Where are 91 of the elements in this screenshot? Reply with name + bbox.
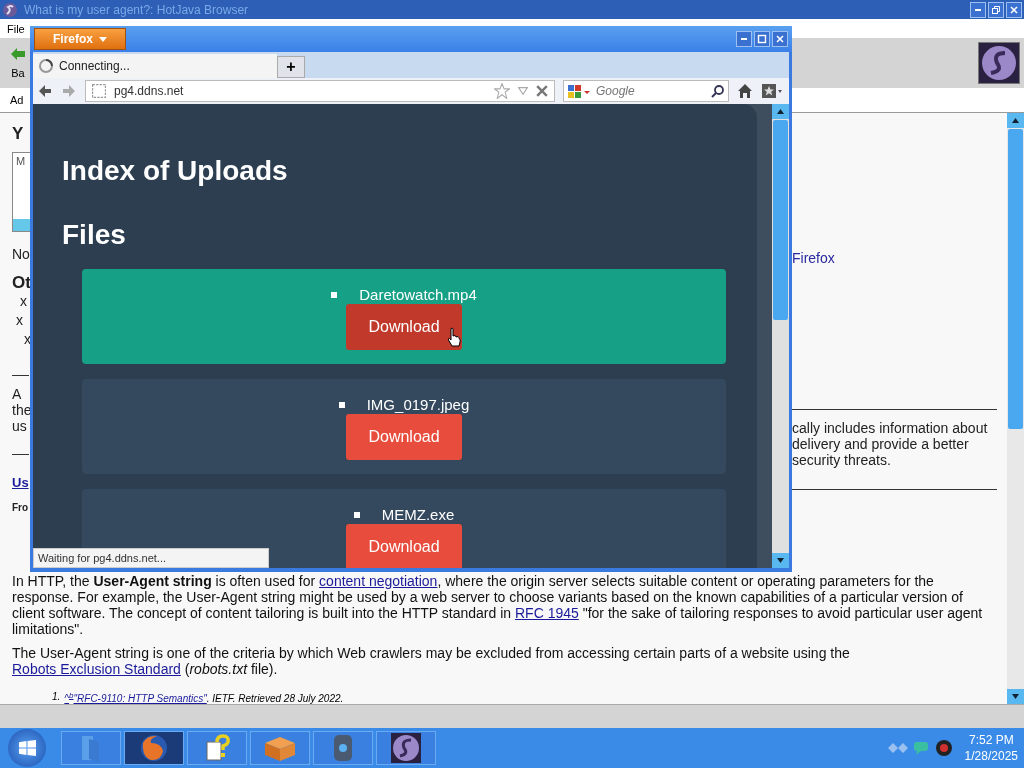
taskbar-app[interactable] bbox=[124, 731, 184, 765]
close-button[interactable] bbox=[1006, 1, 1022, 18]
section-title: Files bbox=[62, 218, 127, 252]
minimize-button[interactable] bbox=[970, 1, 986, 18]
footnote: ^$^{b}$"RFC-9110: HTTP Semantics". IETF. Retrieved 28 July 2022. bbox=[64, 690, 344, 704]
windows-logo-icon bbox=[18, 740, 36, 756]
clock-date: 1/28/2025 bbox=[964, 748, 1018, 764]
start-button[interactable] bbox=[8, 729, 46, 767]
bullet-icon bbox=[338, 401, 345, 408]
text: delivery and provide a better bbox=[792, 436, 970, 452]
globe-icon bbox=[139, 733, 169, 763]
text-area[interactable]: M bbox=[12, 152, 30, 232]
scroll-up-icon[interactable] bbox=[1007, 113, 1024, 128]
maximize-button[interactable] bbox=[754, 31, 770, 47]
paragraph: The User-Agent string is one of the criteria by which Web crawlers may be excluded from accessing certain parts of a website using the Robots Exclusion Standard (robots.txt file). bbox=[12, 644, 851, 677]
restore-icon bbox=[991, 4, 1001, 15]
star-icon[interactable] bbox=[494, 83, 510, 99]
network-icon bbox=[887, 743, 908, 753]
bullet-icon bbox=[353, 511, 360, 518]
text: cally includes information about bbox=[792, 420, 989, 436]
page-icon bbox=[92, 84, 106, 98]
search-engine-icon[interactable] bbox=[568, 84, 590, 98]
bookmarks-icon[interactable] bbox=[761, 83, 783, 99]
link[interactable]: "RFC-9110: HTTP Semantics" bbox=[73, 693, 207, 704]
address-label: Ad bbox=[10, 94, 24, 106]
search-bar[interactable]: Google bbox=[563, 80, 729, 102]
help-document-icon bbox=[204, 734, 230, 762]
address-field[interactable]: pg4.ddns.net bbox=[85, 80, 555, 102]
download-button[interactable]: Download bbox=[346, 524, 462, 568]
bullet-icon bbox=[331, 291, 338, 298]
menu-item[interactable]: File bbox=[7, 22, 25, 35]
file-name: IMG_0197.jpeg bbox=[366, 396, 470, 413]
logo-icon bbox=[2, 1, 18, 18]
restore-button[interactable] bbox=[988, 1, 1004, 18]
list-item: x bbox=[19, 293, 27, 309]
section-link[interactable]: Us bbox=[12, 475, 29, 490]
hand-cursor-icon bbox=[447, 327, 461, 347]
close-icon bbox=[1009, 4, 1019, 15]
file-name: Daretowatch.mp4 bbox=[359, 286, 477, 303]
status-text: Waiting for pg4.ddns.net... bbox=[33, 548, 269, 568]
link[interactable]: RFC 1945 bbox=[515, 604, 579, 621]
back-arrow-icon bbox=[10, 47, 26, 61]
text: security threats. bbox=[792, 452, 892, 468]
text: Fro bbox=[12, 502, 29, 513]
scrollbar[interactable] bbox=[1007, 113, 1024, 704]
scroll-up-icon[interactable] bbox=[772, 104, 789, 119]
link[interactable]: ^ bbox=[64, 693, 70, 704]
back-button[interactable]: Ba bbox=[10, 47, 26, 79]
list-item: x bbox=[23, 331, 31, 347]
back-icon[interactable] bbox=[37, 83, 53, 99]
tab[interactable]: Connecting... bbox=[33, 54, 277, 78]
box-icon bbox=[263, 735, 297, 761]
download-button[interactable]: Download bbox=[346, 304, 462, 350]
scrollbar[interactable] bbox=[772, 104, 789, 568]
maximize-icon bbox=[757, 34, 767, 44]
heading: Y bbox=[12, 124, 24, 144]
logo-icon bbox=[978, 42, 1020, 84]
close-button[interactable] bbox=[772, 31, 788, 47]
text: us bbox=[12, 418, 27, 434]
logo-icon bbox=[391, 733, 421, 763]
page-title: Index of Uploads bbox=[62, 154, 289, 188]
text: the bbox=[12, 402, 29, 418]
stop-icon[interactable] bbox=[536, 85, 548, 97]
text: A bbox=[12, 386, 22, 402]
search-icon[interactable] bbox=[711, 84, 724, 98]
minimize-button[interactable] bbox=[736, 31, 752, 47]
caret-icon bbox=[99, 36, 107, 42]
new-tab-button[interactable]: + bbox=[277, 56, 305, 78]
minimize-icon bbox=[741, 38, 747, 40]
taskbar-app[interactable] bbox=[313, 731, 373, 765]
home-icon[interactable] bbox=[737, 83, 753, 99]
window-title: What is my user agent?: HotJava Browser bbox=[24, 2, 249, 17]
link[interactable]: b bbox=[69, 690, 74, 700]
link[interactable]: Firefox bbox=[792, 250, 835, 266]
loading-spinner-icon bbox=[39, 59, 53, 73]
close-icon bbox=[775, 34, 785, 44]
list-item: x bbox=[15, 312, 23, 328]
footnote-number: 1. bbox=[52, 690, 61, 704]
minimize-icon bbox=[975, 8, 981, 11]
scroll-down-icon[interactable] bbox=[1007, 689, 1024, 704]
text: No bbox=[12, 246, 29, 262]
taskbar-app[interactable] bbox=[187, 731, 247, 765]
speaker-icon bbox=[933, 738, 954, 758]
clock-time: 7:52 PM bbox=[968, 732, 1014, 748]
file-name: MEMZ.exe bbox=[381, 506, 455, 523]
link[interactable]: Robots Exclusion Standard bbox=[12, 660, 181, 677]
taskbar-app[interactable] bbox=[376, 731, 436, 765]
scroll-down-icon[interactable] bbox=[772, 553, 789, 568]
paragraph: In HTTP, the User-Agent string is often used for content negotiation, where the origin server selects suitable content or operating parameters for the response. For example, the User-Agent string might be used by a web server to choose variants based on the known capabilities of a particular version of client software. The concept of content tailoring is built into the HTTP standard in RFC 1945 "for the sake of tailoring responses to avoid particular user agent limitations". bbox=[12, 572, 984, 637]
heading: Ot bbox=[12, 273, 29, 293]
download-button[interactable]: Download bbox=[346, 414, 462, 460]
